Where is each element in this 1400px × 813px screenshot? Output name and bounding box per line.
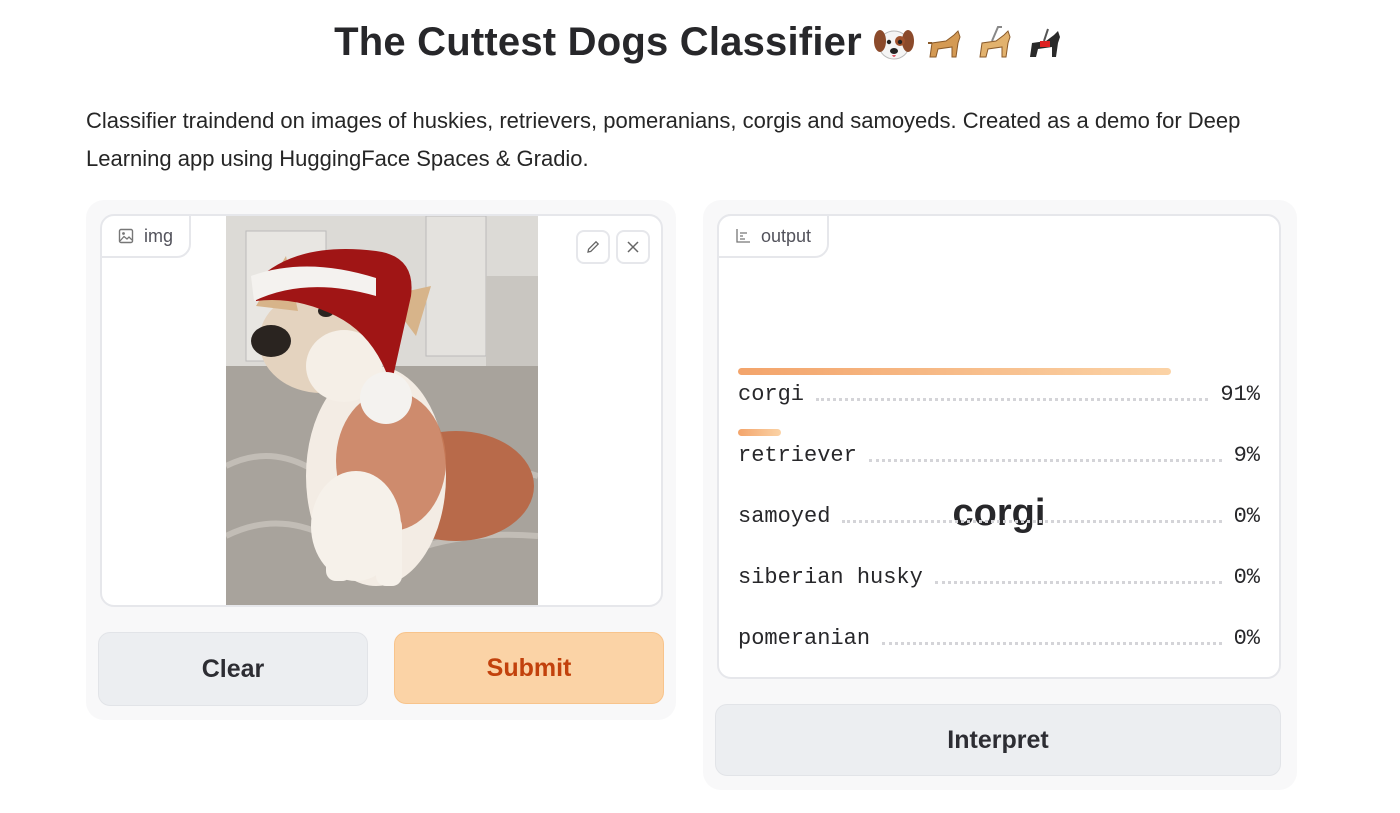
chart-icon — [736, 229, 750, 243]
clear-button[interactable]: Clear — [98, 632, 368, 706]
image-input-label: img — [102, 216, 192, 258]
image-input-label-text: img — [144, 225, 174, 246]
dotted-leader — [868, 459, 1222, 462]
confidence-percent: 91% — [1220, 382, 1260, 407]
dog-icon — [927, 29, 961, 57]
confidence-class-label: corgi — [738, 382, 805, 407]
confidence-row: pomeranian 0% — [738, 612, 1260, 672]
page-title: The Cuttest Dogs Classifier — [0, 20, 1400, 65]
service-dog-icon — [1029, 28, 1060, 57]
description: Classifier traindend on images of huskie… — [86, 108, 1241, 171]
close-icon — [627, 241, 639, 253]
remove-image-button[interactable] — [616, 230, 650, 264]
confidence-row: retriever 9% — [738, 429, 1260, 489]
confidence-class-label: siberian husky — [738, 565, 923, 590]
dotted-leader — [842, 520, 1222, 523]
confidence-line: retriever 9% — [738, 443, 1260, 468]
confidence-line: pomeranian 0% — [738, 626, 1260, 651]
guide-dog-icon — [979, 25, 1011, 57]
image-input[interactable]: img — [100, 214, 663, 607]
dotted-leader — [882, 642, 1222, 645]
dog-face-icon — [873, 29, 914, 59]
confidence-line: corgi 91% — [738, 382, 1260, 407]
confidence-percent: 0% — [1233, 626, 1260, 651]
confidence-row: samoyed 0% — [738, 490, 1260, 550]
confidence-percent: 0% — [1233, 565, 1260, 590]
edit-button[interactable] — [576, 230, 610, 264]
confidence-bar — [738, 368, 1171, 375]
confidence-line: samoyed 0% — [738, 504, 1260, 529]
title-emojis — [872, 21, 1066, 65]
dotted-leader — [934, 581, 1222, 584]
confidence-class-label: pomeranian — [738, 626, 871, 651]
confidence-class-label: retriever — [738, 443, 857, 468]
interpret-button[interactable]: Interpret — [715, 704, 1281, 776]
confidence-line: siberian husky 0% — [738, 565, 1260, 590]
output-label-text: output — [761, 225, 812, 246]
confidence-bar — [738, 429, 781, 436]
dotted-leader — [816, 398, 1209, 401]
uploaded-photo — [226, 216, 538, 605]
image-icon — [118, 228, 134, 244]
page-title-text: The Cuttest Dogs Classifier — [334, 20, 862, 64]
submit-button[interactable]: Submit — [394, 632, 664, 704]
pencil-icon — [587, 240, 600, 253]
confidence-row: siberian husky 0% — [738, 551, 1260, 611]
output-label: output — [717, 214, 830, 258]
confidence-percent: 0% — [1233, 504, 1260, 529]
confidence-row: corgi 91% — [738, 368, 1260, 428]
confidence-percent: 9% — [1233, 443, 1260, 468]
confidence-class-label: samoyed — [738, 504, 831, 529]
